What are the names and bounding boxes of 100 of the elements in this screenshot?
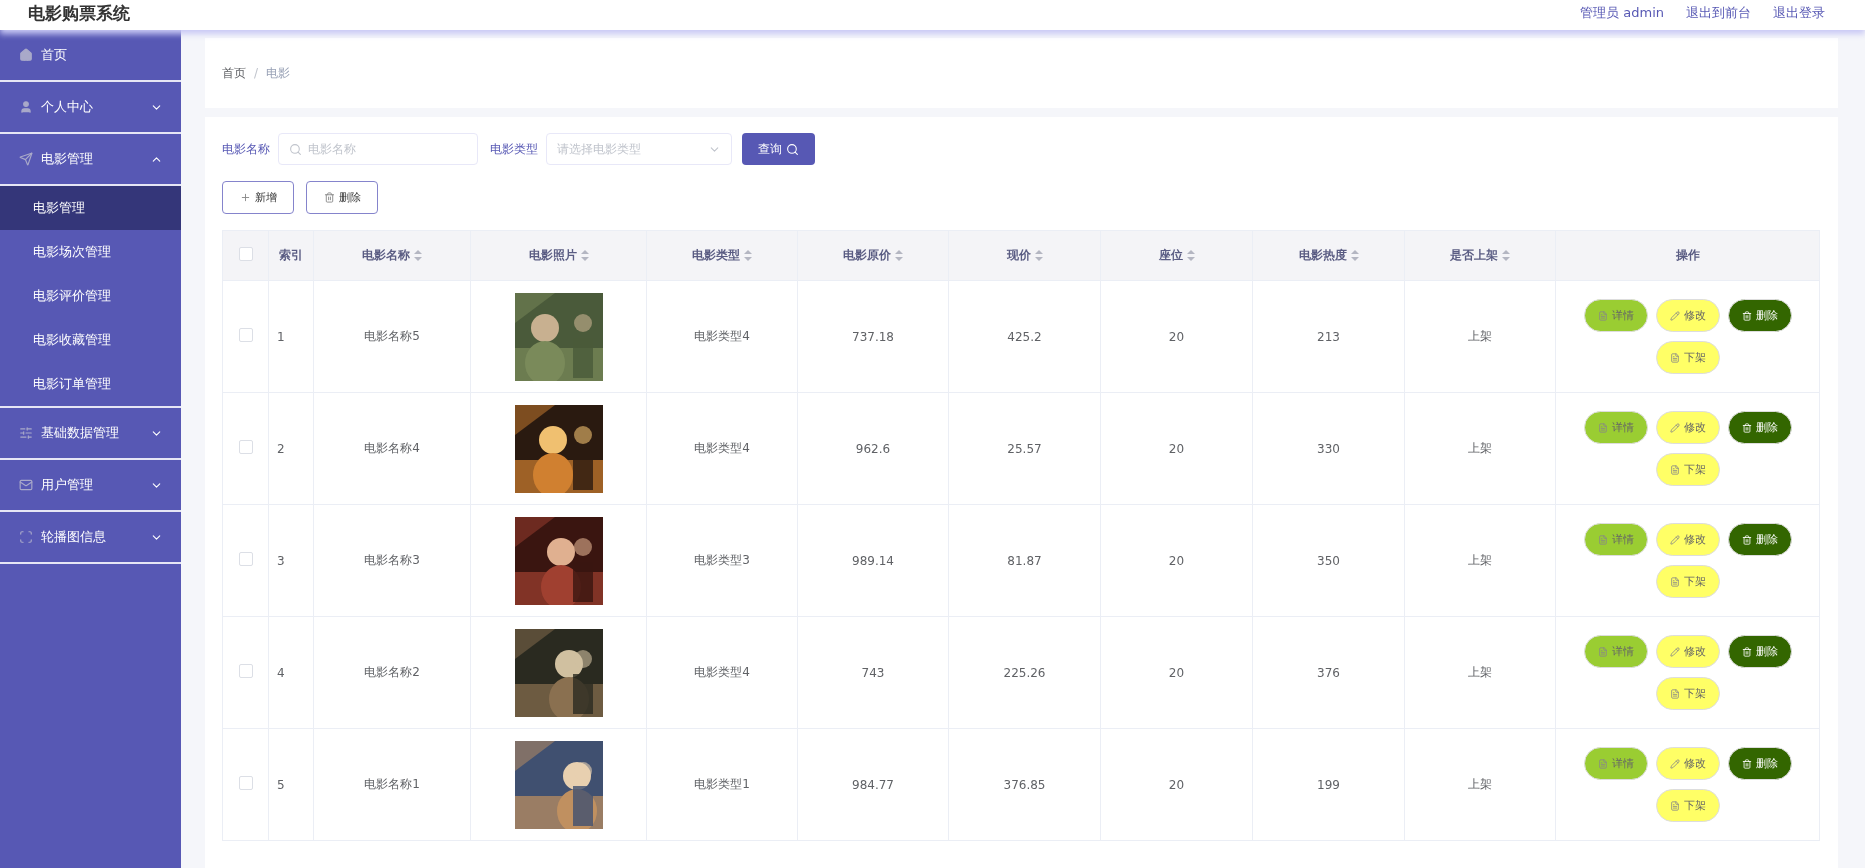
action-button[interactable]: 详情	[1583, 747, 1648, 780]
trash-icon	[1741, 422, 1752, 433]
table-cell: 电影名称5	[313, 280, 471, 393]
table-cell: 330	[1252, 392, 1405, 505]
table-cell: 上架	[1404, 504, 1556, 617]
pencil-icon	[1669, 534, 1680, 545]
action-button[interactable]: 修改	[1655, 411, 1720, 444]
sidebar-item[interactable]: 个人中心	[0, 82, 181, 134]
action-button[interactable]: 删除	[1727, 523, 1792, 556]
action-button[interactable]: 详情	[1583, 411, 1648, 444]
action-button[interactable]: 删除	[1727, 747, 1792, 780]
table-cell: 电影类型4	[646, 392, 798, 505]
column-header[interactable]: 电影照片	[470, 230, 647, 281]
add-button[interactable]: 新增	[222, 181, 294, 214]
action-button[interactable]: 详情	[1583, 635, 1648, 668]
document-icon	[1597, 646, 1608, 657]
column-header[interactable]: 电影类型	[646, 230, 798, 281]
action-button[interactable]: 删除	[1727, 411, 1792, 444]
action-button[interactable]: 删除	[1727, 635, 1792, 668]
table-cell: 电影类型4	[646, 280, 798, 393]
action-button[interactable]: 删除	[1727, 299, 1792, 332]
table-cell: 20	[1100, 728, 1253, 841]
action-button[interactable]: 下架	[1655, 677, 1720, 710]
header-link[interactable]: 退出到前台	[1686, 4, 1751, 22]
column-header[interactable]: 电影名称	[313, 230, 471, 281]
table-cell: 3	[268, 504, 314, 617]
action-button[interactable]: 下架	[1655, 341, 1720, 374]
sort-icon	[580, 250, 589, 261]
table-cell: 20	[1100, 504, 1253, 617]
sort-icon	[1034, 250, 1043, 261]
table-cell: 989.14	[797, 504, 949, 617]
search-icon	[289, 142, 302, 156]
checkbox[interactable]	[238, 776, 253, 790]
table-cell: 上架	[1404, 616, 1556, 729]
plus-icon	[239, 192, 251, 203]
sort-icon	[1186, 250, 1195, 261]
sidebar-item[interactable]: 轮播图信息	[0, 512, 181, 564]
document-icon	[1669, 352, 1680, 363]
checkbox[interactable]	[238, 440, 253, 454]
checkbox[interactable]	[238, 552, 253, 566]
table-cell: 425.2	[948, 280, 1101, 393]
breadcrumb-item[interactable]: 首页	[222, 64, 246, 82]
table-cell: 电影类型1	[646, 728, 798, 841]
action-button[interactable]: 修改	[1655, 747, 1720, 780]
table-cell: 上架	[1404, 280, 1556, 393]
checkbox[interactable]	[238, 247, 253, 261]
app-title: 电影购票系统	[28, 2, 130, 25]
sort-icon	[895, 250, 903, 261]
action-button[interactable]: 详情	[1583, 299, 1648, 332]
action-button[interactable]: 下架	[1655, 453, 1720, 486]
search-icon	[786, 142, 799, 156]
sort-icon	[744, 250, 752, 261]
trash-icon	[1741, 534, 1752, 545]
trash-icon	[323, 192, 335, 203]
header-link[interactable]: 管理员 admin	[1580, 4, 1664, 22]
document-icon	[1669, 576, 1680, 587]
trash-icon	[1741, 758, 1752, 769]
document-icon	[1669, 800, 1680, 811]
column-header[interactable]: 电影原价	[797, 230, 949, 281]
table-cell: 25.57	[948, 392, 1101, 505]
action-button[interactable]: 详情	[1583, 523, 1648, 556]
column-header[interactable]: 是否上架	[1404, 230, 1556, 281]
delete-button[interactable]: 删除	[306, 181, 378, 214]
table-cell: 737.18	[797, 280, 949, 393]
column-header: 索引	[268, 230, 314, 281]
column-header[interactable]: 座位	[1100, 230, 1253, 281]
action-button[interactable]: 下架	[1655, 565, 1720, 598]
column-header[interactable]: 现价	[948, 230, 1101, 281]
table-cell: 20	[1100, 392, 1253, 505]
document-icon	[1597, 422, 1608, 433]
table-cell: 199	[1252, 728, 1405, 841]
table-cell: 电影名称3	[313, 504, 471, 617]
action-button[interactable]: 下架	[1655, 789, 1720, 822]
pencil-icon	[1669, 758, 1680, 769]
checkbox[interactable]	[238, 664, 253, 678]
sidebar-item[interactable]: 用户管理	[0, 460, 181, 512]
action-button[interactable]: 修改	[1655, 635, 1720, 668]
sidebar-item[interactable]: 基础数据管理	[0, 408, 181, 460]
pencil-icon	[1669, 422, 1680, 433]
column-header[interactable]: 电影热度	[1252, 230, 1405, 281]
header-link[interactable]: 退出登录	[1773, 4, 1825, 22]
table-cell: 20	[1100, 616, 1253, 729]
table-cell: 984.77	[797, 728, 949, 841]
sort-icon	[1350, 250, 1359, 261]
pencil-icon	[1669, 646, 1680, 657]
checkbox[interactable]	[238, 328, 253, 342]
action-button[interactable]: 修改	[1655, 523, 1720, 556]
document-icon	[1669, 688, 1680, 699]
submenu-item[interactable]: 电影管理	[0, 186, 181, 230]
table-cell: 376	[1252, 616, 1405, 729]
query-button[interactable]: 查询	[742, 133, 815, 165]
trash-icon	[1741, 310, 1752, 321]
table-cell: 81.87	[948, 504, 1101, 617]
table-cell: 电影名称2	[313, 616, 471, 729]
table-cell: 电影名称4	[313, 392, 471, 505]
action-button[interactable]: 修改	[1655, 299, 1720, 332]
document-icon	[1669, 464, 1680, 475]
table-cell: 743	[797, 616, 949, 729]
sidebar-item[interactable]: 首页	[0, 30, 181, 82]
sort-icon	[1502, 250, 1510, 261]
